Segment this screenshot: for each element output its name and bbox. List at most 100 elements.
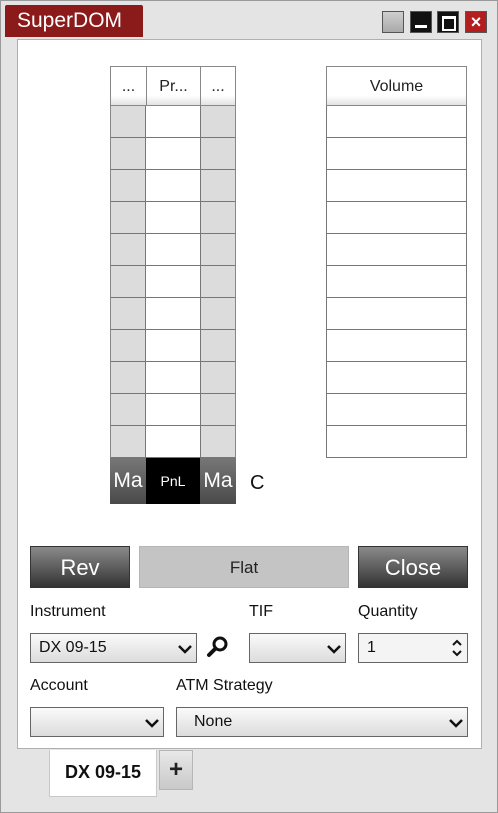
- volume-rows: [326, 106, 467, 458]
- chevron-down-icon: [145, 717, 159, 729]
- buy-cell[interactable]: [110, 362, 146, 394]
- price-cell[interactable]: [146, 330, 200, 362]
- rev-button[interactable]: Rev: [30, 546, 130, 588]
- sell-cell[interactable]: [200, 330, 236, 362]
- price-cell[interactable]: [146, 362, 200, 394]
- atm-strategy-value: None: [194, 713, 233, 730]
- price-cell[interactable]: [146, 138, 200, 170]
- volume-cell: [326, 138, 467, 170]
- window-option-button[interactable]: [382, 11, 404, 33]
- volume-column: Volume: [326, 66, 467, 458]
- instrument-value: DX 09-15: [39, 639, 107, 656]
- buy-cell[interactable]: [110, 170, 146, 202]
- atm-strategy-label: ATM Strategy: [176, 677, 273, 694]
- ladder-row: [110, 394, 236, 426]
- buy-cell[interactable]: [110, 298, 146, 330]
- sell-cell[interactable]: [200, 202, 236, 234]
- buy-cell[interactable]: [110, 234, 146, 266]
- atm-strategy-select[interactable]: None: [176, 707, 468, 737]
- tab-dx-09-15[interactable]: DX 09-15: [49, 750, 157, 797]
- tif-select[interactable]: [249, 633, 346, 663]
- ladder-rows: [110, 106, 236, 458]
- close-position-button[interactable]: Close: [358, 546, 468, 588]
- sell-cell[interactable]: [200, 170, 236, 202]
- ladder-row: [110, 298, 236, 330]
- quantity-input[interactable]: 1: [358, 633, 468, 663]
- chevron-down-icon: [178, 643, 192, 655]
- sell-cell[interactable]: [200, 426, 236, 458]
- instrument-select[interactable]: DX 09-15: [30, 633, 197, 663]
- volume-cell: [326, 170, 467, 202]
- dom-panel: ... Pr... ... Ma PnL Ma C Volume Rev Fla…: [17, 39, 482, 749]
- ladder-row: [110, 138, 236, 170]
- buy-cell[interactable]: [110, 138, 146, 170]
- sell-cell[interactable]: [200, 298, 236, 330]
- ladder-row: [110, 266, 236, 298]
- volume-cell: [326, 394, 467, 426]
- ladder-header: ... Pr... ...: [110, 66, 236, 106]
- price-cell[interactable]: [146, 266, 200, 298]
- volume-cell: [326, 362, 467, 394]
- chevron-down-icon: [327, 643, 341, 655]
- close-icon[interactable]: ×: [465, 11, 487, 33]
- ladder-footer-left[interactable]: Ma: [110, 458, 146, 504]
- flat-button[interactable]: Flat: [139, 546, 349, 588]
- ladder-header-right[interactable]: ...: [200, 66, 236, 106]
- ladder-header-price[interactable]: Pr...: [146, 66, 200, 106]
- c-label: C: [250, 472, 265, 494]
- superdom-window: SuperDOM × ... Pr... ... Ma PnL Ma C Vol…: [0, 0, 498, 813]
- quantity-label: Quantity: [358, 603, 418, 620]
- instrument-label: Instrument: [30, 603, 106, 620]
- ladder-row: [110, 234, 236, 266]
- sell-cell[interactable]: [200, 106, 236, 138]
- price-cell[interactable]: [146, 234, 200, 266]
- account-select[interactable]: [30, 707, 164, 737]
- buy-cell[interactable]: [110, 202, 146, 234]
- sell-cell[interactable]: [200, 394, 236, 426]
- price-cell[interactable]: [146, 170, 200, 202]
- volume-cell: [326, 234, 467, 266]
- price-cell[interactable]: [146, 426, 200, 458]
- price-cell[interactable]: [146, 298, 200, 330]
- buy-cell[interactable]: [110, 266, 146, 298]
- window-title: SuperDOM: [17, 9, 123, 32]
- volume-cell: [326, 426, 467, 458]
- sell-cell[interactable]: [200, 362, 236, 394]
- add-tab-button[interactable]: +: [159, 750, 193, 790]
- ladder-footer-right[interactable]: Ma: [200, 458, 236, 504]
- chevron-down-icon: [449, 717, 463, 729]
- account-label: Account: [30, 677, 88, 694]
- sell-cell[interactable]: [200, 266, 236, 298]
- buy-cell[interactable]: [110, 394, 146, 426]
- window-title-tab[interactable]: SuperDOM: [5, 5, 143, 37]
- price-cell[interactable]: [146, 106, 200, 138]
- pnl-cell[interactable]: PnL: [146, 458, 200, 504]
- ladder-header-left[interactable]: ...: [110, 66, 146, 106]
- tif-label: TIF: [249, 603, 273, 620]
- buy-cell[interactable]: [110, 106, 146, 138]
- sell-cell[interactable]: [200, 234, 236, 266]
- maximize-icon[interactable]: [437, 11, 459, 33]
- sell-cell[interactable]: [200, 138, 236, 170]
- ladder-row: [110, 330, 236, 362]
- minimize-icon[interactable]: [410, 11, 432, 33]
- volume-cell: [326, 266, 467, 298]
- ladder-row: [110, 170, 236, 202]
- buy-cell[interactable]: [110, 330, 146, 362]
- volume-cell: [326, 106, 467, 138]
- volume-cell: [326, 202, 467, 234]
- price-ladder: ... Pr... ... Ma PnL Ma: [110, 66, 236, 504]
- price-cell[interactable]: [146, 202, 200, 234]
- price-cell[interactable]: [146, 394, 200, 426]
- volume-cell: [326, 330, 467, 362]
- ladder-footer: Ma PnL Ma: [110, 458, 236, 504]
- spinner-arrows-icon[interactable]: [451, 637, 463, 659]
- quantity-value: 1: [367, 639, 376, 656]
- volume-header[interactable]: Volume: [326, 66, 467, 106]
- buy-cell[interactable]: [110, 426, 146, 458]
- volume-cell: [326, 298, 467, 330]
- ladder-row: [110, 362, 236, 394]
- ladder-row: [110, 202, 236, 234]
- ladder-row: [110, 106, 236, 138]
- search-icon[interactable]: [206, 635, 230, 659]
